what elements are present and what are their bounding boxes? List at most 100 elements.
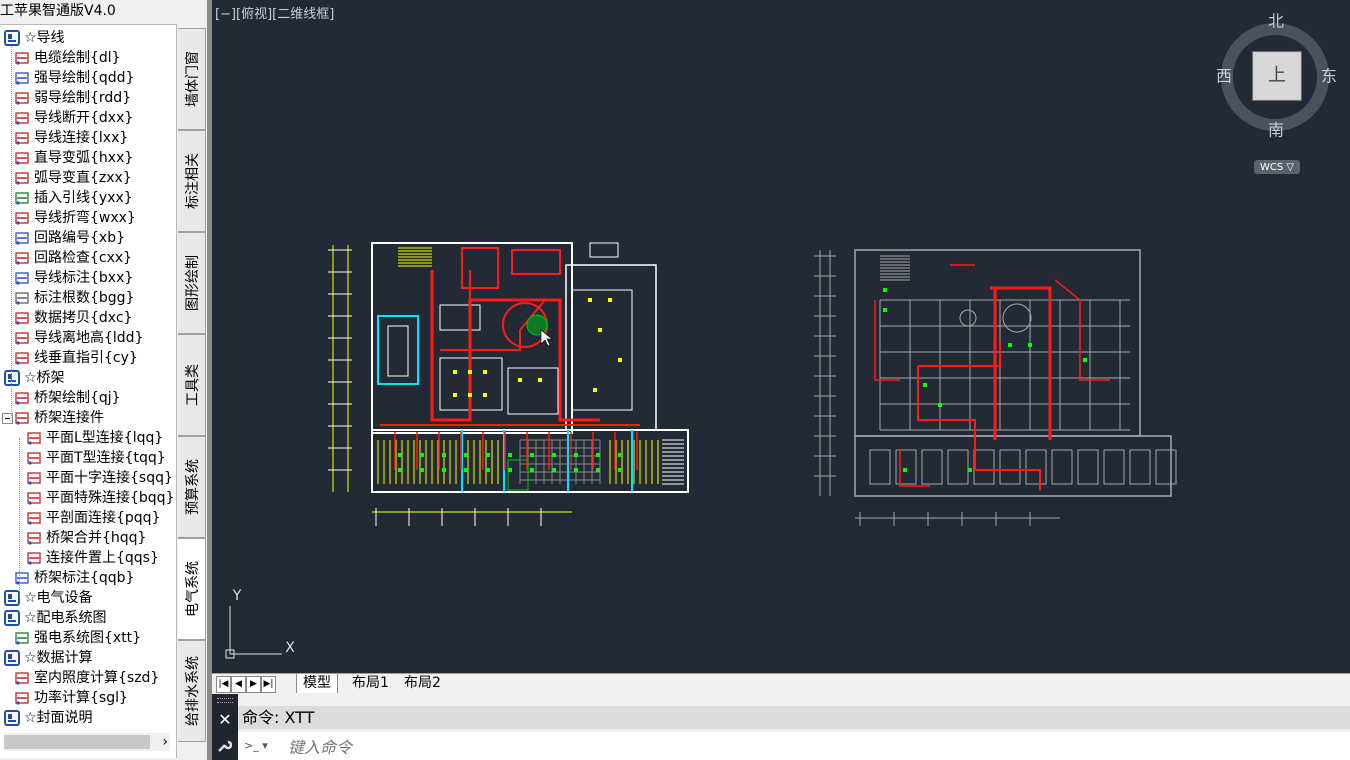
wire-break-icon bbox=[14, 110, 30, 126]
tab-7[interactable]: 给排水系统 bbox=[178, 640, 206, 742]
tree-item-label: ☆导线 bbox=[24, 30, 65, 46]
light-fixture bbox=[968, 468, 972, 472]
light-fixture bbox=[530, 468, 534, 472]
wire-connect-icon bbox=[14, 130, 30, 146]
plan-fixture bbox=[526, 314, 548, 336]
drawing-canvas[interactable]: [−][俯视][二维线框] Y X 上北南东西 WCS ▽ bbox=[212, 0, 1350, 673]
tab-label: 标注相关 bbox=[184, 153, 201, 209]
vertical-leader-icon bbox=[14, 350, 30, 366]
plan-room bbox=[589, 242, 619, 258]
scroll-thumb[interactable] bbox=[4, 735, 150, 749]
command-input[interactable] bbox=[286, 735, 890, 759]
tree-item-label: 线垂直指引{cy} bbox=[34, 350, 138, 366]
light-fixture bbox=[883, 308, 887, 312]
tab-2[interactable]: 标注相关 bbox=[178, 130, 206, 232]
light-fixture bbox=[518, 378, 522, 382]
light-fixture bbox=[1008, 343, 1012, 347]
light-fixture bbox=[420, 468, 424, 472]
layout-nav-button[interactable]: ◀ bbox=[231, 676, 246, 693]
tab-5[interactable]: 预算系统 bbox=[178, 436, 206, 538]
leader-icon bbox=[14, 190, 30, 206]
tree-item-label: 强导绘制{qdd} bbox=[34, 70, 135, 86]
tab-4[interactable]: 工具类 bbox=[178, 334, 206, 436]
light-fixture bbox=[596, 468, 600, 472]
tree-item-label: 导线连接{lxx} bbox=[34, 130, 129, 146]
command-prompt-icon[interactable]: >_ ▾ bbox=[244, 737, 276, 755]
tree-item-label: ☆封面说明 bbox=[24, 710, 93, 726]
tray-connector-icon bbox=[14, 410, 30, 426]
tab-label: 图形绘制 bbox=[184, 255, 201, 311]
tree-item-label: 平面T型连接{tqq} bbox=[46, 450, 166, 466]
light-fixture bbox=[538, 378, 542, 382]
plan-room bbox=[1051, 449, 1073, 485]
command-grip[interactable]: ✕ bbox=[212, 694, 238, 760]
tab-label: 给排水系统 bbox=[184, 656, 201, 726]
light-fixture bbox=[453, 393, 457, 397]
tab-label: 墙体门窗 bbox=[184, 51, 201, 107]
tab-1[interactable]: 墙体门窗 bbox=[178, 28, 206, 130]
ucs-x-label: X bbox=[285, 640, 295, 656]
tree-item-label: 插入引线{yxx} bbox=[34, 190, 133, 206]
tree-item-label: 导线断开{dxx} bbox=[34, 110, 134, 126]
light-fixture bbox=[468, 393, 472, 397]
tree-item-label: 平面L型连接{lqq} bbox=[46, 430, 164, 446]
tree-item-label: 弧导变直{zxx} bbox=[34, 170, 132, 186]
plan-fixture bbox=[1002, 303, 1032, 333]
wrench-icon[interactable] bbox=[216, 738, 233, 754]
layout-tab-2[interactable]: 布局1 bbox=[346, 674, 395, 693]
plan-room bbox=[869, 449, 891, 485]
wire-bend-icon bbox=[14, 210, 30, 226]
tree-item-label: 导线离地高{ldd} bbox=[34, 330, 144, 346]
light-fixture bbox=[588, 298, 592, 302]
plan-fixture bbox=[959, 309, 977, 327]
plan-room bbox=[1155, 449, 1177, 485]
tree-item-label: 平面特殊连接{bqq} bbox=[46, 490, 175, 506]
tree-item-label: 平面十字连接{sqq} bbox=[46, 470, 173, 486]
light-fixture bbox=[618, 468, 622, 472]
plan-wall bbox=[371, 429, 689, 493]
ucs-y-label: Y bbox=[232, 588, 242, 604]
folder-icon bbox=[4, 30, 20, 46]
light-fixture bbox=[552, 453, 556, 457]
tree-item-label: 弱导绘制{rdd} bbox=[34, 90, 132, 106]
horizontal-scrollbar[interactable]: › bbox=[4, 733, 170, 751]
wire-run bbox=[469, 270, 500, 301]
tab-3[interactable]: 图形绘制 bbox=[178, 232, 206, 334]
plan-room bbox=[571, 289, 633, 411]
tree-item-label: 桥架绘制{qj} bbox=[34, 390, 121, 406]
category-tabs: 墙体门窗标注相关图形绘制工具类预算系统电气系统给排水系统 bbox=[177, 24, 207, 760]
wcs-label: WCS ▽ bbox=[1260, 162, 1294, 173]
illuminance-icon bbox=[14, 670, 30, 686]
light-fixture bbox=[398, 468, 402, 472]
plan-room bbox=[1025, 449, 1047, 485]
plan-room bbox=[1103, 449, 1125, 485]
connector-up-icon bbox=[26, 550, 42, 566]
tool-tree[interactable]: ☆导线 电缆绘制{dl} 强导绘制{qdd} 弱导绘制{rdd} 导线断开{dxx} 导线… bbox=[0, 24, 177, 758]
light-fixture bbox=[552, 468, 556, 472]
light-fixture bbox=[1028, 343, 1032, 347]
tree-item-label: 导线标注{bxx} bbox=[34, 270, 134, 286]
tree-item-label: 强电系统图{xtt} bbox=[34, 630, 142, 646]
plan-wire-room bbox=[511, 249, 561, 275]
tab-label: 工具类 bbox=[184, 364, 201, 406]
cross-connect-icon bbox=[26, 470, 42, 486]
close-icon[interactable]: ✕ bbox=[212, 710, 238, 729]
scroll-right-icon[interactable]: › bbox=[162, 733, 168, 751]
layout-nav-button[interactable]: ▶ bbox=[246, 676, 261, 693]
weak-wire-icon bbox=[14, 90, 30, 106]
layout-nav-button[interactable]: |◀ bbox=[216, 676, 231, 693]
light-fixture bbox=[883, 288, 887, 292]
layout-tab-1[interactable]: 模型 bbox=[296, 674, 338, 693]
folder-icon bbox=[4, 650, 20, 666]
light-fixture bbox=[464, 453, 468, 457]
light-fixture bbox=[442, 453, 446, 457]
tree-item-label: ☆电气设备 bbox=[24, 590, 93, 606]
layout-nav-button[interactable]: ▶| bbox=[261, 676, 276, 693]
tab-6[interactable]: 电气系统 bbox=[178, 538, 206, 640]
tab-label: 预算系统 bbox=[184, 459, 201, 515]
layout-tab-bar: |◀ ◀ ▶ ▶| 模型 布局1 布局2 bbox=[212, 673, 1350, 694]
layout-tab-3[interactable]: 布局2 bbox=[398, 674, 447, 693]
light-fixture bbox=[483, 393, 487, 397]
light-fixture bbox=[618, 453, 622, 457]
command-line[interactable]: >_ ▾ bbox=[238, 732, 1350, 760]
